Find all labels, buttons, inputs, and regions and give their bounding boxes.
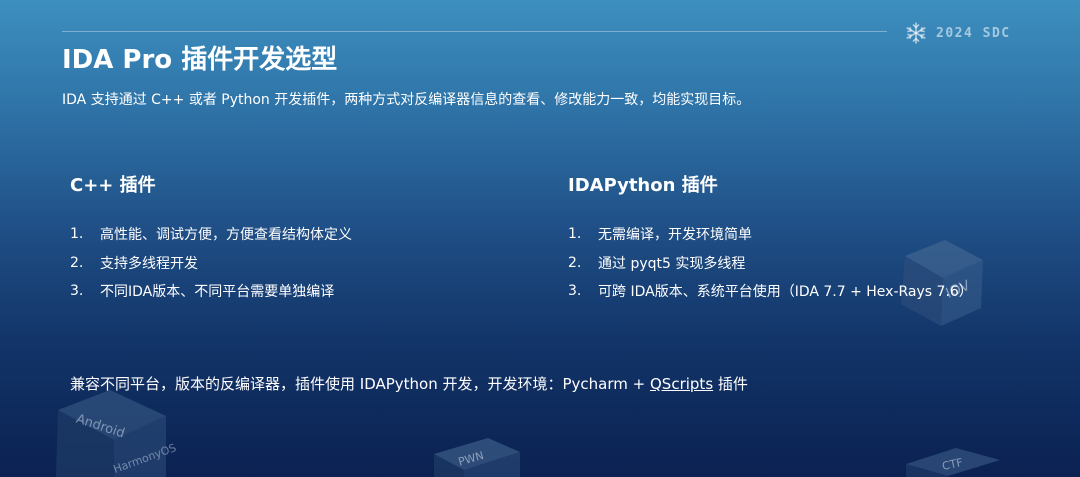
- list-item-number: 3.: [568, 283, 582, 300]
- list-item-text: 高性能、调试方便，方便查看结构体定义: [100, 227, 352, 244]
- slide: IOV Android HarmonyOS PWN CTF 2024 SDC I…: [0, 0, 1080, 477]
- cpp-plugin-heading: C++ 插件: [70, 175, 156, 196]
- list-item-text: 无需编译，开发环境简单: [598, 227, 752, 244]
- brand-text: 2024 SDC: [936, 25, 1011, 41]
- list-item-number: 2.: [70, 254, 84, 271]
- idapython-plugin-list: 1. 无需编译，开发环境简单 2. 通过 pyqt5 实现多线程 3. 可跨 I…: [568, 220, 973, 306]
- list-item-number: 3.: [70, 283, 84, 300]
- qscripts-link[interactable]: QScripts: [650, 375, 713, 393]
- list-item-text: 不同IDA版本、不同平台需要单独编译: [100, 284, 335, 301]
- note-text-after: 插件: [713, 375, 748, 393]
- list-item: 3. 可跨 IDA版本、系统平台使用（IDA 7.7 + Hex-Rays 7.…: [568, 277, 973, 306]
- note-text-before: 兼容不同平台，版本的反编译器，插件使用 IDAPython 开发，开发环境：Py…: [70, 375, 650, 393]
- list-item: 1. 无需编译，开发环境简单: [568, 220, 973, 249]
- list-item-number: 1.: [70, 226, 84, 243]
- page-title: IDA Pro 插件开发选型: [62, 45, 338, 75]
- cube-android-decoration: Android HarmonyOS: [56, 390, 178, 477]
- list-item-number: 2.: [568, 254, 582, 271]
- list-item: 3. 不同IDA版本、不同平台需要单独编译: [70, 277, 352, 306]
- list-item-text: 可跨 IDA版本、系统平台使用（IDA 7.7 + Hex-Rays 7.6）: [598, 284, 973, 301]
- brand-logo: 2024 SDC: [904, 20, 1011, 46]
- idapython-plugin-heading: IDAPython 插件: [568, 175, 718, 196]
- cube-ctf-decoration: CTF: [906, 448, 1000, 477]
- cube-pwn-decoration: PWN: [434, 438, 520, 477]
- list-item-text: 支持多线程开发: [100, 255, 198, 272]
- cpp-plugin-list: 1. 高性能、调试方便，方便查看结构体定义 2. 支持多线程开发 3. 不同ID…: [70, 220, 352, 306]
- list-item: 1. 高性能、调试方便，方便查看结构体定义: [70, 220, 352, 249]
- page-subtitle: IDA 支持通过 C++ 或者 Python 开发插件，两种方式对反编译器信息的…: [62, 92, 751, 108]
- list-item-number: 1.: [568, 226, 582, 243]
- list-item: 2. 支持多线程开发: [70, 249, 352, 278]
- list-item: 2. 通过 pyqt5 实现多线程: [568, 249, 973, 278]
- snowflake-icon: [906, 22, 926, 44]
- header-divider: [62, 31, 887, 32]
- conclusion-note: 兼容不同平台，版本的反编译器，插件使用 IDAPython 开发，开发环境：Py…: [70, 372, 748, 396]
- list-item-text: 通过 pyqt5 实现多线程: [598, 255, 746, 272]
